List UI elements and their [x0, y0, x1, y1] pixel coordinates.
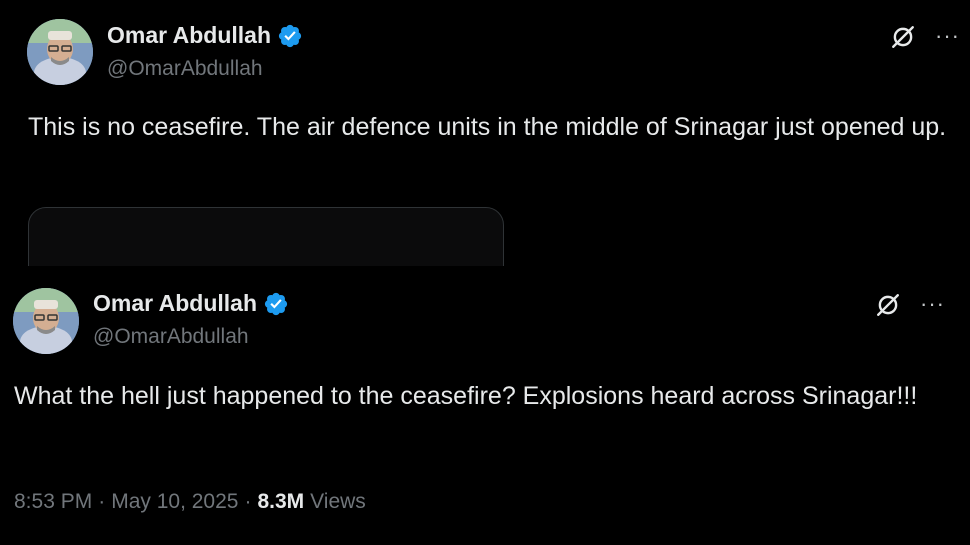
- verified-badge-icon: [278, 24, 302, 47]
- grok-icon[interactable]: [875, 292, 901, 318]
- author-name[interactable]: Omar Abdullah: [107, 22, 271, 49]
- tweet-date[interactable]: May 10, 2025: [111, 490, 238, 514]
- tweet-meta: 8:53 PM · May 10, 2025 · 8.3M Views: [14, 490, 366, 514]
- avatar[interactable]: [27, 19, 93, 85]
- author-handle[interactable]: @OmarAbdullah: [93, 325, 249, 349]
- views-count[interactable]: 8.3M: [257, 490, 304, 514]
- tweet-text: This is no ceasefire. The air defence un…: [28, 113, 947, 141]
- grok-icon[interactable]: [890, 24, 916, 50]
- author-handle[interactable]: @OmarAbdullah: [107, 57, 263, 81]
- verified-badge-icon: [264, 292, 288, 315]
- meta-separator: ·: [98, 490, 106, 513]
- tweet-1[interactable]: Omar Abdullah @OmarAbdullah ··· This is …: [0, 0, 970, 266]
- views-label[interactable]: Views: [310, 490, 366, 514]
- media-preview[interactable]: [28, 207, 504, 266]
- author-name[interactable]: Omar Abdullah: [93, 290, 257, 317]
- more-icon[interactable]: ···: [935, 25, 960, 47]
- avatar[interactable]: [13, 288, 79, 354]
- tweet-time[interactable]: 8:53 PM: [14, 490, 92, 514]
- tweet-text: What the hell just happened to the cease…: [14, 382, 918, 410]
- meta-separator: ·: [244, 490, 252, 513]
- more-icon[interactable]: ···: [920, 293, 945, 315]
